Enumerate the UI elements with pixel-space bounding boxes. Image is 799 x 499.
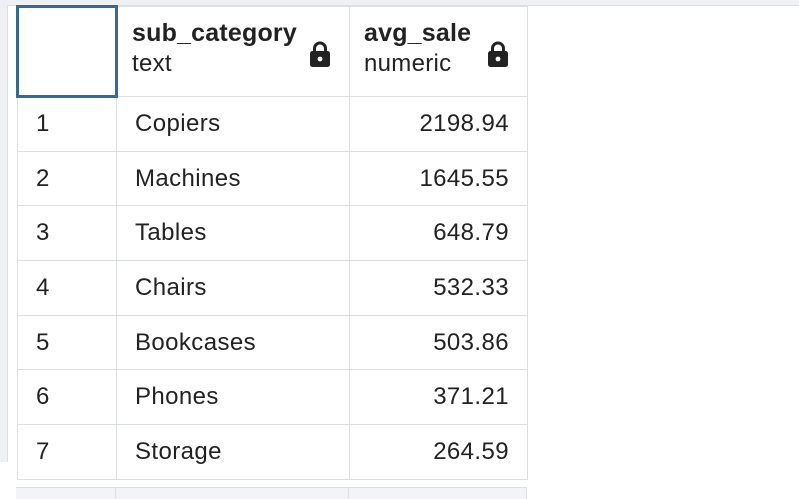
table-row[interactable]: 2 Machines 1645.55 [17, 150, 528, 207]
cell-avg-sale[interactable]: 371.21 [349, 369, 528, 426]
cell-avg-sale[interactable]: 1645.55 [349, 150, 528, 207]
cell-sub-category[interactable]: Bookcases [116, 314, 350, 371]
cell-sub-category[interactable]: Phones [116, 369, 350, 426]
lock-icon [310, 41, 330, 67]
cell-avg-sale[interactable]: 532.33 [349, 260, 528, 316]
cell-avg-sale[interactable]: 503.86 [349, 314, 528, 371]
table-row[interactable]: 6 Phones 371.21 [17, 369, 528, 426]
column-header-sub-category[interactable]: sub_category text [116, 6, 350, 97]
row-number[interactable]: 1 [17, 96, 117, 152]
column-divider [526, 488, 527, 499]
table-row[interactable]: 4 Chairs 532.33 [17, 260, 528, 316]
column-header-avg-sale[interactable]: avg_sale numeric [349, 6, 528, 97]
cell-sub-category[interactable]: Storage [116, 424, 350, 480]
table-row[interactable]: 3 Tables 648.79 [17, 205, 528, 262]
cell-avg-sale[interactable]: 648.79 [349, 205, 528, 262]
query-result-panel: sub_category text avg_sale numeric 1 Cop… [0, 0, 799, 499]
cell-avg-sale[interactable]: 264.59 [349, 424, 528, 480]
row-number[interactable]: 7 [17, 424, 117, 480]
cell-avg-sale[interactable]: 2198.94 [349, 96, 528, 152]
column-divider [115, 488, 116, 499]
row-number[interactable]: 2 [17, 150, 117, 207]
select-all-corner[interactable] [16, 5, 118, 98]
cell-sub-category[interactable]: Copiers [116, 96, 350, 152]
cell-sub-category[interactable]: Tables [116, 205, 350, 262]
row-number[interactable]: 4 [17, 260, 117, 316]
row-number[interactable]: 5 [17, 314, 117, 371]
grid-footer-band [16, 487, 527, 499]
cell-sub-category[interactable]: Chairs [116, 260, 350, 316]
table-row[interactable]: 7 Storage 264.59 [17, 424, 528, 480]
table-row[interactable]: 5 Bookcases 503.86 [17, 314, 528, 371]
result-grid: sub_category text avg_sale numeric 1 Cop… [16, 5, 528, 480]
cell-sub-category[interactable]: Machines [116, 150, 350, 207]
column-divider [348, 488, 349, 499]
header-row: sub_category text avg_sale numeric [16, 5, 528, 98]
left-panel-edge [0, 0, 8, 462]
lock-icon [488, 41, 508, 67]
row-number[interactable]: 3 [17, 205, 117, 262]
table-row[interactable]: 1 Copiers 2198.94 [17, 96, 528, 152]
row-number[interactable]: 6 [17, 369, 117, 426]
